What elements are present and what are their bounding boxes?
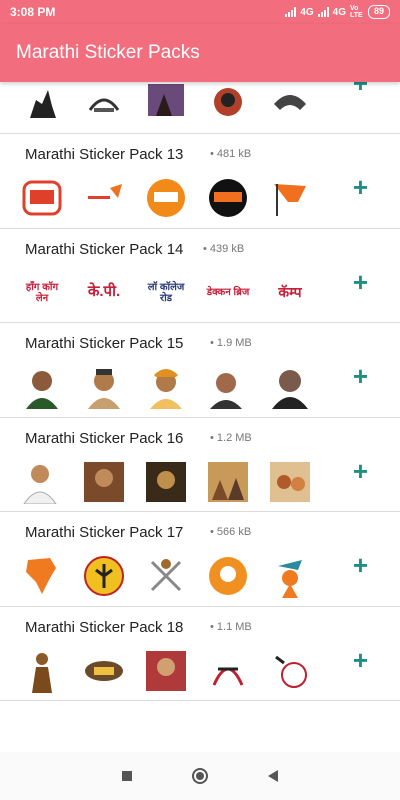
sticker-pack-list[interactable]: + Marathi Sticker Pack 13 • 481 kB + Mar… <box>0 82 400 752</box>
sticker-image <box>206 649 250 693</box>
sticker-image <box>82 176 126 220</box>
list-item[interactable]: Marathi Sticker Pack 13 • 481 kB + <box>0 134 400 229</box>
sticker-image <box>82 649 126 693</box>
app-bar: Marathi Sticker Packs <box>0 24 400 82</box>
list-item[interactable]: Marathi Sticker Pack 16 • 1.2 MB + <box>0 417 400 512</box>
sticker-row <box>20 82 312 122</box>
sticker-image <box>268 82 312 122</box>
sticker-image: के.पी. <box>87 283 121 301</box>
status-icons: 4G 4G Vo LTE 89 <box>285 5 390 19</box>
page-title: Marathi Sticker Packs <box>16 42 200 63</box>
recents-icon[interactable] <box>122 771 132 781</box>
sticker-image <box>268 554 312 598</box>
sticker-row <box>20 554 312 598</box>
volte-label: Vo LTE <box>349 5 363 19</box>
list-item[interactable]: Marathi Sticker Pack 17 • 566 kB + <box>0 512 400 607</box>
list-item[interactable]: + <box>0 82 400 134</box>
signal-icon-2 <box>317 7 329 17</box>
sticker-row <box>20 649 312 693</box>
sticker-image <box>20 365 64 409</box>
pack-title: Marathi Sticker Pack 15 <box>25 335 184 352</box>
sticker-image <box>206 365 250 409</box>
sticker-image <box>82 82 126 122</box>
pack-size: • 566 kB <box>210 526 252 538</box>
home-icon[interactable] <box>192 768 208 784</box>
sticker-image <box>206 82 250 122</box>
sticker-image <box>206 460 250 504</box>
sticker-image <box>144 176 188 220</box>
sticker-image <box>268 176 312 220</box>
pack-size: • 1.1 MB <box>210 620 252 633</box>
sticker-image <box>82 365 126 409</box>
sticker-image <box>144 649 188 693</box>
sticker-image: डेक्कन ब्रिज <box>206 287 250 298</box>
list-item[interactable]: Marathi Sticker Pack 14 • 439 kB हाँग कॉ… <box>0 228 400 323</box>
sticker-image: लॉ कॉलेज रोड <box>147 281 185 304</box>
add-pack-button[interactable]: + <box>353 552 368 578</box>
sticker-row <box>20 460 312 504</box>
pack-title: Marathi Sticker Pack 14 <box>25 240 184 258</box>
sticker-image <box>144 460 188 504</box>
pack-title: Marathi Sticker Pack 16 <box>25 429 184 447</box>
battery-icon: 89 <box>367 5 390 19</box>
add-pack-button[interactable]: + <box>353 269 368 295</box>
pack-title: Marathi Sticker Pack 13 <box>25 146 184 163</box>
pack-size: • 1.2 MB <box>210 431 252 444</box>
sticker-image <box>268 365 312 409</box>
navigation-bar <box>0 752 400 800</box>
sticker-row <box>20 176 312 220</box>
add-pack-button[interactable]: + <box>353 174 368 200</box>
sticker-image <box>144 82 188 122</box>
signal-icon <box>285 7 297 17</box>
back-icon[interactable] <box>268 770 278 782</box>
sticker-image <box>268 649 312 693</box>
network-label-2: 4G <box>332 6 346 18</box>
sticker-image: हाँग कॉग लेन <box>25 281 59 304</box>
pack-size: • 439 kB <box>203 242 245 255</box>
sticker-image <box>206 176 250 220</box>
status-bar: 3:08 PM 4G 4G Vo LTE 89 <box>0 0 400 24</box>
sticker-image <box>20 460 64 504</box>
sticker-image: कॅम्प <box>278 283 302 300</box>
pack-size: • 481 kB <box>210 148 252 160</box>
sticker-row: हाँग कॉग लेन के.पी. लॉ कॉलेज रोड डेक्कन … <box>20 271 312 315</box>
list-item[interactable]: Marathi Sticker Pack 18 • 1.1 MB + <box>0 606 400 701</box>
sticker-image <box>268 460 312 504</box>
pack-title: Marathi Sticker Pack 17 <box>25 524 184 541</box>
add-pack-button[interactable]: + <box>353 363 368 389</box>
sticker-image <box>82 460 126 504</box>
sticker-row <box>20 365 312 409</box>
sticker-image <box>20 82 64 122</box>
status-time: 3:08 PM <box>10 5 56 19</box>
add-pack-button[interactable]: + <box>353 82 368 96</box>
sticker-image <box>20 554 64 598</box>
sticker-image <box>144 554 188 598</box>
sticker-image <box>82 554 126 598</box>
list-item[interactable]: Marathi Sticker Pack 15 • 1.9 MB + <box>0 323 400 418</box>
sticker-image <box>20 649 64 693</box>
pack-title: Marathi Sticker Pack 18 <box>25 618 184 636</box>
sticker-image <box>20 176 64 220</box>
add-pack-button[interactable]: + <box>353 647 368 673</box>
pack-size: • 1.9 MB <box>210 337 252 349</box>
sticker-image <box>206 554 250 598</box>
add-pack-button[interactable]: + <box>353 458 368 484</box>
sticker-image <box>144 365 188 409</box>
network-label-1: 4G <box>300 6 314 18</box>
